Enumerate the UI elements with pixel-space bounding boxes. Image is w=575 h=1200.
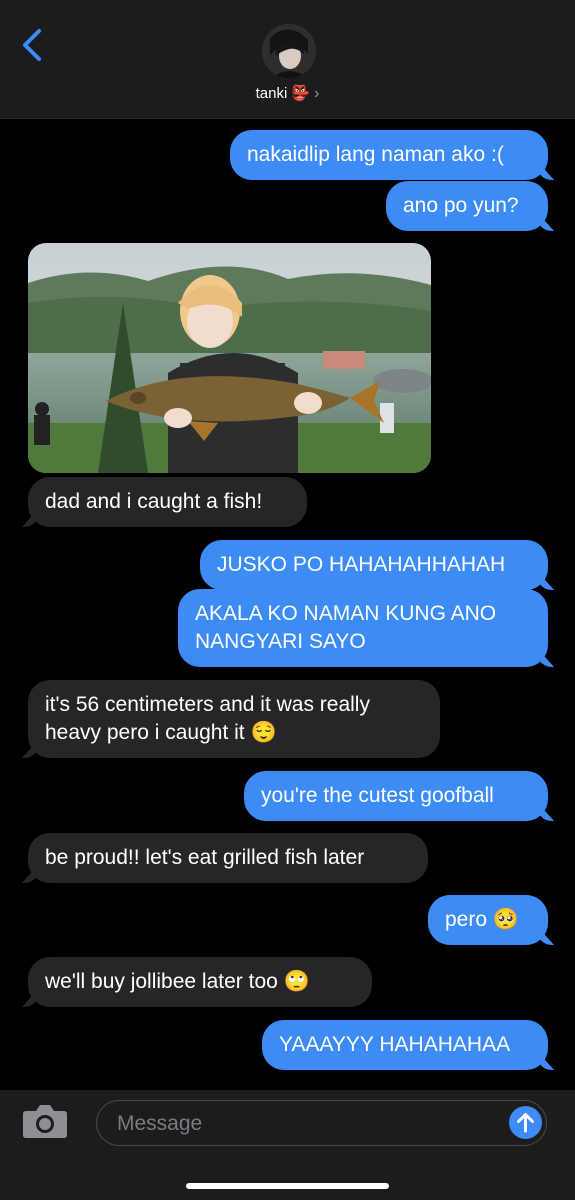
message-bubble-incoming[interactable]: be proud!! let's eat grilled fish later	[28, 833, 428, 883]
chevron-right-icon: ›	[314, 85, 320, 102]
conversation-header: tanki 👺 ›	[0, 0, 575, 119]
message-text: be proud!! let's eat grilled fish later	[45, 846, 365, 869]
message-bubble-outgoing[interactable]: YAAAYYY HAHAHAHAA	[262, 1020, 548, 1070]
message-text: JUSKO PO HAHAHAHHAHAH	[217, 553, 506, 576]
home-indicator[interactable]	[186, 1183, 389, 1189]
message-text: pero 🥺	[445, 908, 520, 931]
message-text: we'll buy jollibee later too 🙄	[45, 970, 310, 993]
message-bubble-outgoing[interactable]: you're the cutest goofball	[244, 771, 548, 821]
contact-name-row[interactable]: tanki 👺 ›	[0, 84, 575, 103]
message-text: nakaidlip lang naman ako :(	[247, 143, 504, 166]
message-bubble-incoming[interactable]: it's 56 centimeters and it was really he…	[28, 680, 440, 758]
send-button[interactable]	[509, 1106, 542, 1139]
message-bubble-outgoing[interactable]: JUSKO PO HAHAHAHHAHAH	[200, 540, 548, 590]
camera-icon[interactable]	[22, 1103, 68, 1139]
contact-avatar[interactable]	[262, 24, 316, 78]
message-text: dad and i caught a fish!	[45, 490, 263, 513]
contact-emoji: 👺	[291, 85, 311, 102]
message-text: ano po yun?	[403, 194, 519, 217]
photo-fish[interactable]	[28, 243, 431, 473]
contact-name: tanki	[255, 85, 288, 102]
message-input-container	[96, 1100, 547, 1146]
message-bubble-outgoing[interactable]: ano po yun?	[386, 181, 548, 231]
message-text: YAAAYYY HAHAHAHAA	[279, 1033, 511, 1056]
message-bubble-incoming[interactable]: dad and i caught a fish!	[28, 477, 307, 527]
message-input[interactable]	[115, 1101, 499, 1146]
message-bubble-outgoing[interactable]: AKALA KO NAMAN KUNG ANO NANGYARI SAYO	[178, 589, 548, 667]
arrow-up-icon	[517, 1113, 534, 1133]
message-bubble-outgoing[interactable]: nakaidlip lang naman ako :(	[230, 130, 548, 180]
message-text: AKALA KO NAMAN KUNG ANO NANGYARI SAYO	[195, 602, 497, 653]
message-bubble-incoming[interactable]: we'll buy jollibee later too 🙄	[28, 957, 372, 1007]
back-chevron-icon[interactable]	[18, 28, 48, 62]
message-text: it's 56 centimeters and it was really he…	[45, 693, 370, 744]
message-text: you're the cutest goofball	[261, 784, 494, 807]
message-bubble-outgoing[interactable]: pero 🥺	[428, 895, 548, 945]
